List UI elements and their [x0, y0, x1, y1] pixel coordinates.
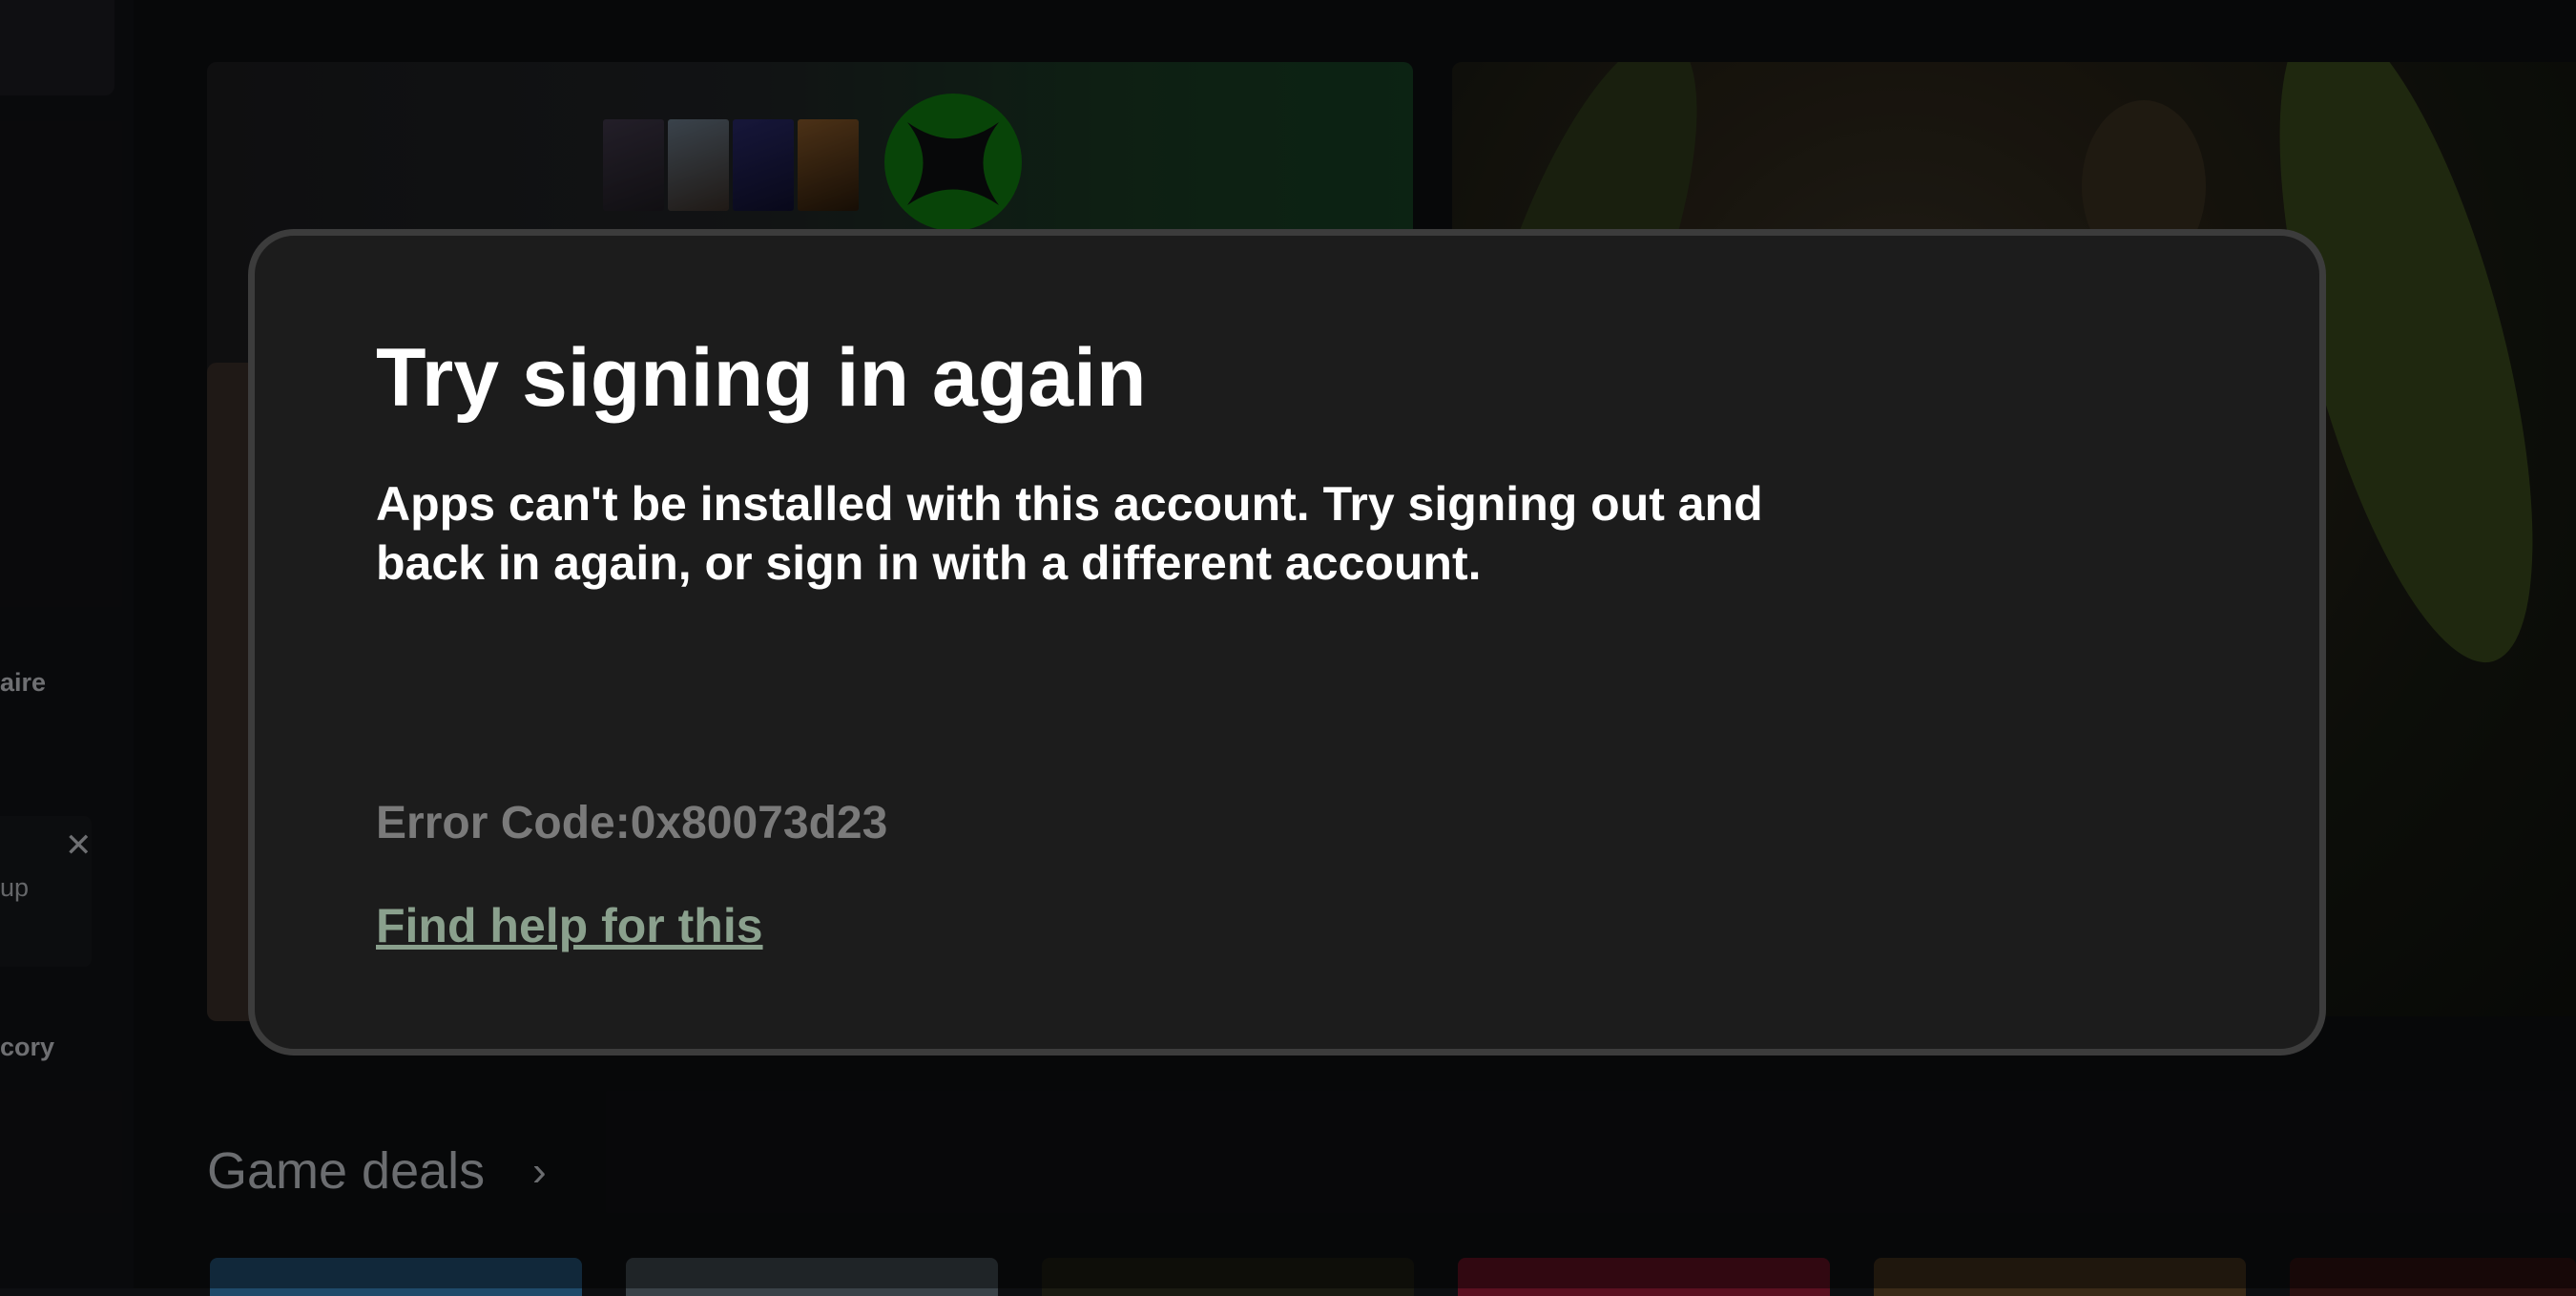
find-help-link[interactable]: Find help for this: [376, 898, 763, 953]
error-dialog: Try signing in again Apps can't be insta…: [248, 229, 2326, 1056]
dialog-message: Apps can't be installed with this accoun…: [376, 477, 1763, 590]
error-code: Error Code:0x80073d23: [376, 798, 888, 848]
dialog-title: Try signing in again: [376, 332, 1147, 424]
